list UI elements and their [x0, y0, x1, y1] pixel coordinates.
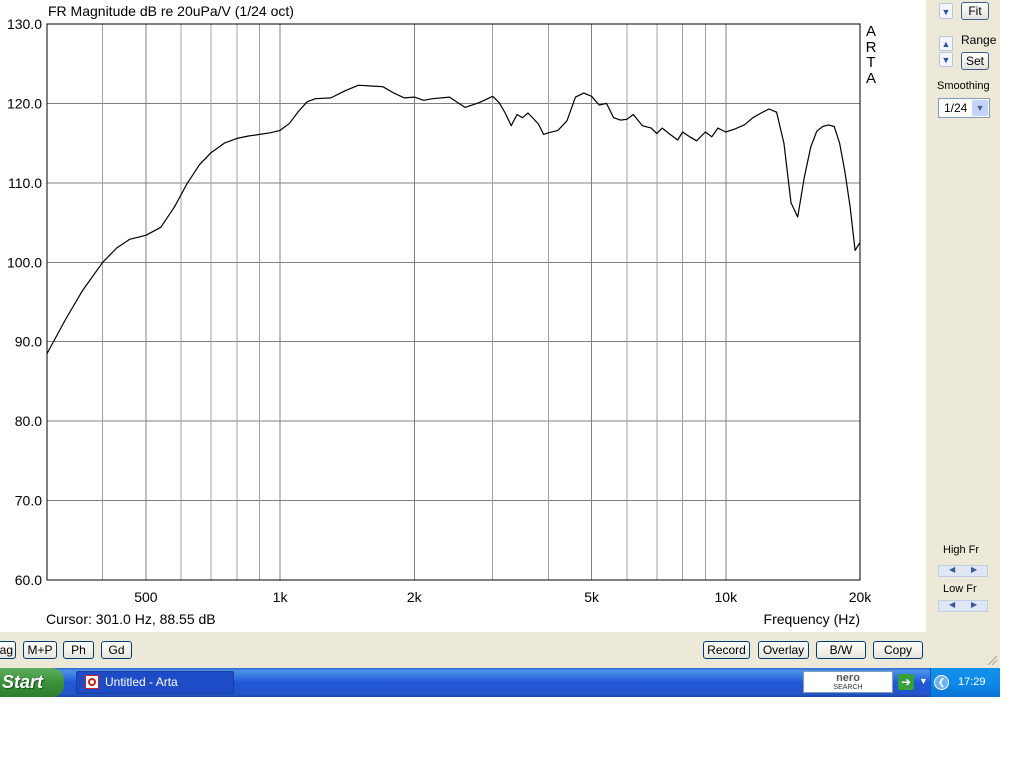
m-plus-p-button[interactable]: M+P: [23, 641, 57, 659]
set-button[interactable]: Set: [961, 52, 989, 70]
y-tick-label: 130.0: [7, 16, 42, 32]
response-trace: [46, 84, 861, 354]
record-button[interactable]: Record: [703, 641, 750, 659]
nero-search-box[interactable]: nero SEARCH: [803, 671, 893, 693]
high-fr-label: High Fr: [943, 544, 980, 556]
x-tick-label: 2k: [407, 589, 423, 605]
y-tick-label: 90.0: [15, 334, 42, 350]
smoothing-value: 1/24: [944, 101, 968, 115]
low-fr-scroller[interactable]: ◀ ▶: [938, 600, 988, 612]
frequency-response-plot[interactable]: 60.0 70.0 80.0 90.0 100.0 110.0 120.0 130.0 500 1…: [0, 0, 926, 632]
chevron-down-icon[interactable]: ▼: [972, 100, 988, 116]
range-spin-up-icon[interactable]: ▲: [939, 36, 953, 51]
taskbar-item-arta[interactable]: Untitled - Arta: [76, 671, 234, 694]
smoothing-label: Smoothing: [937, 80, 990, 92]
phase-button[interactable]: Ph: [63, 641, 94, 659]
clock: 17:29: [958, 676, 986, 688]
right-arrow-icon[interactable]: ▶: [971, 565, 977, 574]
graph-area: FR Magnitude dB re 20uPa/V (1/24 oct) 60…: [0, 0, 926, 632]
high-fr-scroller[interactable]: ◀ ▶: [938, 565, 988, 577]
right-arrow-icon[interactable]: ▶: [971, 600, 977, 609]
low-fr-label: Low Fr: [943, 583, 977, 595]
y-tick-label: 60.0: [15, 572, 42, 588]
x-tick-label: 1k: [273, 589, 289, 605]
y-tick-label: 120.0: [7, 95, 42, 111]
left-arrow-icon[interactable]: ◀: [949, 565, 955, 574]
x-tick-label: 5k: [584, 589, 600, 605]
taskbar-item-label: Untitled - Arta: [105, 675, 178, 689]
start-button[interactable]: Start: [0, 668, 64, 697]
brand-letter: R: [865, 38, 877, 56]
overlay-button[interactable]: Overlay: [758, 641, 809, 659]
range-spin-down-icon[interactable]: ▼: [939, 52, 953, 67]
plot-frame: [46, 23, 861, 581]
y-tick-label: 70.0: [15, 493, 42, 509]
smoothing-select[interactable]: 1/24 ▼: [938, 98, 990, 118]
right-control-panel: [926, 0, 1000, 632]
brand-letter: A: [865, 69, 876, 87]
fit-spin-down-icon[interactable]: ▼: [939, 3, 953, 19]
mag-button[interactable]: ag: [0, 641, 16, 659]
arta-window: FR Magnitude dB re 20uPa/V (1/24 oct) 60…: [0, 0, 1000, 668]
x-axis-label: Frequency (Hz): [764, 611, 860, 627]
arta-app-icon: [85, 675, 99, 689]
left-arrow-icon[interactable]: ◀: [949, 600, 955, 609]
resize-grip-icon[interactable]: [986, 654, 998, 666]
arta-brand-label: A R T A: [864, 24, 878, 86]
group-delay-button[interactable]: Gd: [101, 641, 132, 659]
bw-button[interactable]: B/W: [816, 641, 866, 659]
y-tick-label: 80.0: [15, 413, 42, 429]
tray-expand-icon[interactable]: ❮: [934, 675, 949, 690]
y-tick-label: 110.0: [8, 175, 42, 191]
copy-button[interactable]: Copy: [873, 641, 923, 659]
x-tick-label: 20k: [849, 589, 873, 605]
brand-letter: T: [866, 54, 876, 71]
x-tick-label: 500: [134, 589, 158, 605]
fit-button[interactable]: Fit: [961, 2, 989, 20]
chevron-down-icon[interactable]: ▼: [919, 676, 928, 686]
y-tick-label: 100.0: [7, 254, 42, 270]
go-arrow-icon[interactable]: ➜: [898, 674, 914, 690]
nero-search-text: SEARCH: [833, 684, 863, 691]
brand-letter: A: [865, 23, 876, 40]
nero-logo-text: nero: [836, 672, 860, 684]
cursor-readout: Cursor: 301.0 Hz, 88.55 dB: [46, 611, 216, 627]
range-label: Range: [961, 33, 997, 47]
x-tick-label: 10k: [715, 589, 739, 605]
